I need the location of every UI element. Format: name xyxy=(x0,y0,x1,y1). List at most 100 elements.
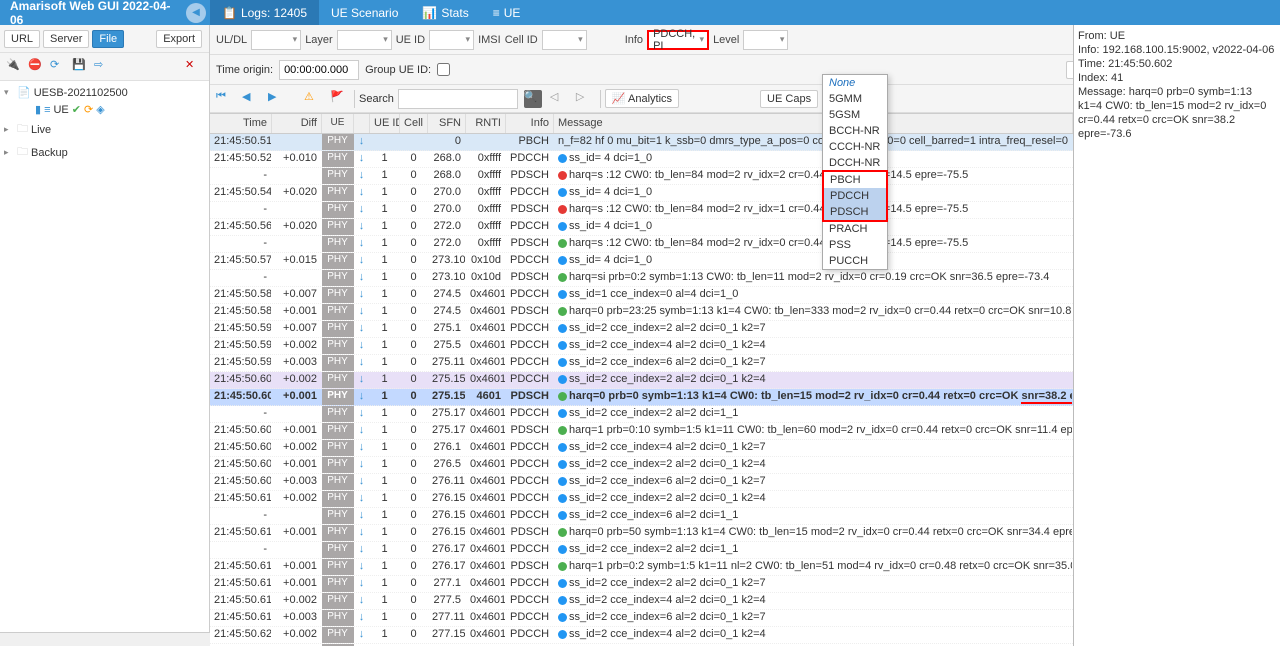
tab-ue[interactable]: ≡ UE xyxy=(481,0,533,25)
col-dir[interactable] xyxy=(354,114,370,133)
next-icon[interactable]: ▶ xyxy=(268,90,286,108)
search-input[interactable] xyxy=(398,89,518,109)
dd-item-dcch[interactable]: DCCH-NR xyxy=(823,155,887,171)
table-row[interactable]: 21:45:50.514PHY↓0PBCHn_f=82 hf 0 mu_bit=… xyxy=(210,134,1073,151)
table-row[interactable]: -PHY↓10268.00xffffPDSCHharq=s :12 CW0: t… xyxy=(210,168,1073,185)
prev-icon[interactable]: ◀ xyxy=(242,90,260,108)
dd-item-pbch[interactable]: PBCH xyxy=(824,172,886,188)
save-icon[interactable]: 💾 xyxy=(72,58,90,76)
table-row[interactable]: 21:45:50.602+0.001PHY↓10275.154601PDSCHh… xyxy=(210,389,1073,406)
table-row[interactable]: -PHY↓10276.170x4601PDCCHss_id=2 cce_inde… xyxy=(210,542,1073,559)
table-row[interactable]: -PHY↓10275.170x4601PDCCHss_id=2 cce_inde… xyxy=(210,406,1073,423)
col-msg[interactable]: Message xyxy=(554,114,1073,133)
close-icon[interactable]: ✕ xyxy=(185,58,203,76)
col-time[interactable]: Time xyxy=(210,114,272,133)
analytics-button[interactable]: 📈 Analytics xyxy=(605,89,679,108)
ueid-combo[interactable]: ▾ xyxy=(429,30,474,50)
collapse-sidebar-icon[interactable]: ◀ xyxy=(186,3,206,23)
tab-scenario[interactable]: UE Scenario xyxy=(319,0,410,25)
grid-body[interactable]: 21:45:50.514PHY↓0PBCHn_f=82 hf 0 mu_bit=… xyxy=(210,134,1073,646)
table-row[interactable]: 21:45:50.601+0.002PHY↓10275.150x4601PDCC… xyxy=(210,372,1073,389)
left-scrollbar[interactable] xyxy=(0,632,210,646)
search-go-icon[interactable]: 🔍 xyxy=(524,90,542,108)
col-rnti[interactable]: RNTI xyxy=(466,114,506,133)
table-row[interactable]: 21:45:50.564+0.020PHY↓10272.00xffffPDCCH… xyxy=(210,219,1073,236)
dd-item-5gsm[interactable]: 5GSM xyxy=(823,107,887,123)
status-dot xyxy=(558,426,567,435)
table-row[interactable]: 21:45:50.586+0.007PHY↓10274.50x4601PDCCH… xyxy=(210,287,1073,304)
table-row[interactable]: 21:45:50.614+0.001PHY↓10277.10x4601PDCCH… xyxy=(210,576,1073,593)
uecaps-button[interactable]: UE Caps xyxy=(760,90,818,108)
tree-root[interactable]: ▾ 📄 UESB-2021102500 xyxy=(0,84,209,101)
col-sfn[interactable]: SFN xyxy=(428,114,466,133)
table-row[interactable]: 21:45:50.606+0.001PHY↓10276.50x4601PDCCH… xyxy=(210,457,1073,474)
table-row[interactable]: 21:45:50.587+0.001PHY↓10274.50x4601PDSCH… xyxy=(210,304,1073,321)
search-next-icon[interactable]: ▷ xyxy=(576,90,594,108)
search-prev-icon[interactable]: ◁ xyxy=(550,90,568,108)
dd-item-ccch[interactable]: CCCH-NR xyxy=(823,139,887,155)
table-row[interactable]: 21:45:50.611+0.002PHY↓10276.150x4601PDCC… xyxy=(210,491,1073,508)
table-row[interactable]: 21:45:50.594+0.007PHY↓10275.10x4601PDCCH… xyxy=(210,321,1073,338)
status-dot xyxy=(558,443,567,452)
table-row[interactable]: 21:45:50.599+0.003PHY↓10275.110x4601PDCC… xyxy=(210,355,1073,372)
file-button[interactable]: File xyxy=(92,30,124,48)
tree-backup[interactable]: ▸ 🗀 Backup xyxy=(0,141,209,164)
table-row[interactable]: 21:45:50.616+0.002PHY↓10277.50x4601PDCCH… xyxy=(210,593,1073,610)
connect-icon[interactable]: 🔌 xyxy=(6,58,24,76)
col-info[interactable]: Info xyxy=(506,114,554,133)
layer-combo[interactable]: ▾ xyxy=(337,30,392,50)
url-button[interactable]: URL xyxy=(4,30,40,48)
table-row[interactable]: -PHY↓10270.00xffffPDSCHharq=s :12 CW0: t… xyxy=(210,202,1073,219)
col-cell[interactable]: Cell xyxy=(400,114,428,133)
tab-stats[interactable]: 📊 Stats xyxy=(410,0,480,25)
chart-icon: 📈 xyxy=(612,93,626,105)
col-ueid[interactable]: UE ID xyxy=(370,114,400,133)
timeorigin-input[interactable] xyxy=(279,60,359,80)
dd-item-pss[interactable]: PSS xyxy=(823,237,887,253)
dd-item-prach[interactable]: PRACH xyxy=(823,221,887,237)
info-combo[interactable]: PDCCH, PI▾ xyxy=(647,30,709,50)
table-row[interactable]: 21:45:50.605+0.002PHY↓10276.10x4601PDCCH… xyxy=(210,440,1073,457)
level-label: Level xyxy=(713,34,739,46)
info-label: Info xyxy=(625,34,643,46)
table-row[interactable]: -PHY↓10272.00xffffPDSCHharq=s :12 CW0: t… xyxy=(210,236,1073,253)
dd-item-bcch[interactable]: BCCH-NR xyxy=(823,123,887,139)
tab-logs[interactable]: 📋 Logs: 12405 xyxy=(210,0,319,25)
dd-item-pdsch[interactable]: PDSCH xyxy=(824,204,886,220)
col-ue[interactable]: UE xyxy=(322,114,354,133)
tree-ue[interactable]: ▮ ≡ UE ✔ ⟳ ◈ xyxy=(0,101,209,118)
first-icon[interactable]: ⏮ xyxy=(216,90,234,108)
uldl-combo[interactable]: ▾ xyxy=(251,30,301,50)
level-combo[interactable]: ▾ xyxy=(743,30,788,50)
dd-item-none[interactable]: None xyxy=(823,75,887,91)
col-diff[interactable]: Diff xyxy=(272,114,322,133)
detail-time: Time: 21:45:50.602 xyxy=(1078,57,1276,71)
status-dot xyxy=(558,409,567,418)
table-row[interactable]: 21:45:50.613+0.001PHY↓10276.170x4601PDSC… xyxy=(210,559,1073,576)
cellid-combo[interactable]: ▾ xyxy=(542,30,587,50)
table-row[interactable]: 21:45:50.609+0.003PHY↓10276.110x4601PDCC… xyxy=(210,474,1073,491)
dd-item-5gmm[interactable]: 5GMM xyxy=(823,91,887,107)
table-row[interactable]: 21:45:50.621+0.002PHY↓10277.150x4601PDCC… xyxy=(210,627,1073,644)
export-button[interactable]: Export xyxy=(156,30,202,48)
table-row[interactable]: 21:45:50.612+0.001PHY↓10276.150x4601PDSC… xyxy=(210,525,1073,542)
action-icon[interactable]: ⇨ xyxy=(94,58,112,76)
table-row[interactable]: -PHY↓10273.100x10dPDSCHharq=si prb=0:2 s… xyxy=(210,270,1073,287)
table-row[interactable]: 21:45:50.603+0.001PHY↓10275.170x4601PDSC… xyxy=(210,423,1073,440)
flag-icon[interactable]: 🚩 xyxy=(330,90,348,108)
dd-item-pdcch[interactable]: PDCCH xyxy=(824,188,886,204)
table-row[interactable]: -PHY↓10276.150x4601PDCCHss_id=2 cce_inde… xyxy=(210,508,1073,525)
table-row[interactable]: 21:45:50.524+0.010PHY↓10268.00xffffPDCCH… xyxy=(210,151,1073,168)
dd-item-pucch[interactable]: PUCCH xyxy=(823,253,887,269)
refresh-icon[interactable]: ⟳ xyxy=(50,58,68,76)
stop-icon[interactable]: ⛔ xyxy=(28,58,46,76)
table-row[interactable]: 21:45:50.544+0.020PHY↓10270.00xffffPDCCH… xyxy=(210,185,1073,202)
table-row[interactable]: 21:45:50.579+0.015PHY↓10273.100x10dPDCCH… xyxy=(210,253,1073,270)
table-row[interactable]: 21:45:50.596+0.002PHY↓10275.50x4601PDCCH… xyxy=(210,338,1073,355)
table-row[interactable]: 21:45:50.619+0.003PHY↓10277.110x4601PDCC… xyxy=(210,610,1073,627)
tree-live[interactable]: ▸ 🗀 Live xyxy=(0,118,209,141)
warn-icon[interactable]: ⚠ xyxy=(304,90,322,108)
groupueid-checkbox[interactable] xyxy=(437,63,450,76)
status-dot xyxy=(558,392,567,401)
server-button[interactable]: Server xyxy=(43,30,89,48)
